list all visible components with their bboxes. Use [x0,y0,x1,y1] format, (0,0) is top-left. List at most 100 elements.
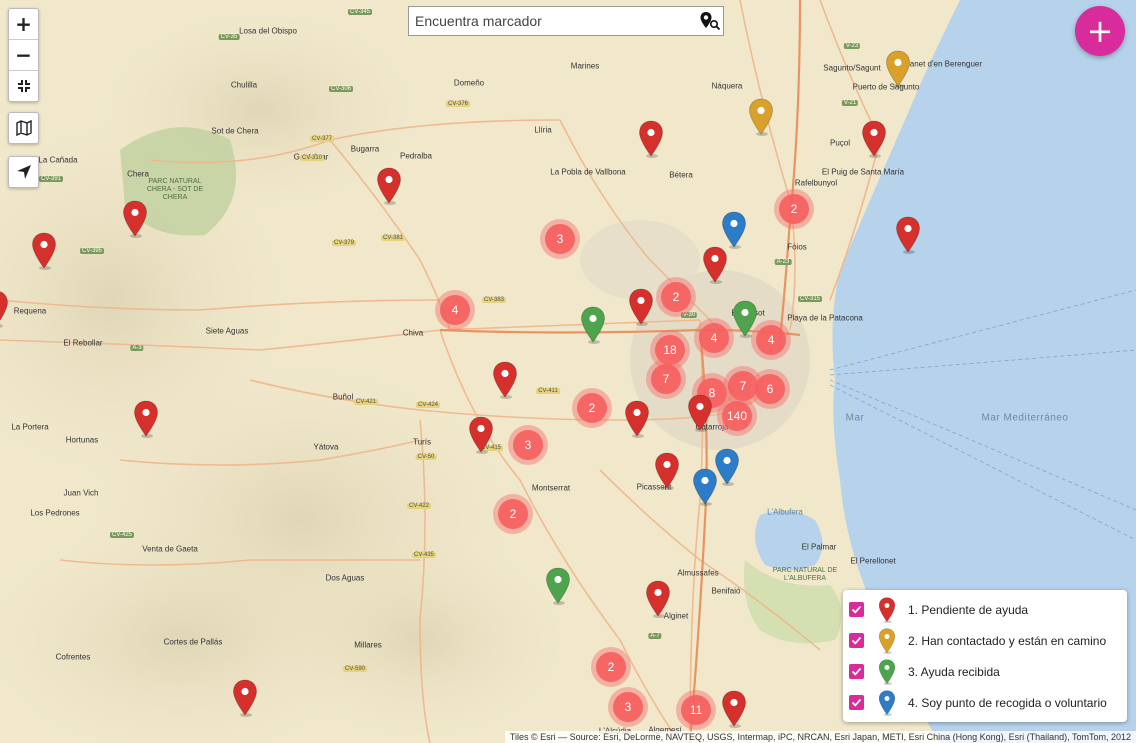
marker-cluster[interactable]: 4 [435,290,475,330]
road-shield: A-3 [130,345,144,351]
legend-checkbox[interactable] [849,695,864,710]
cluster-count: 3 [613,692,643,722]
marker-cluster[interactable]: 2 [493,494,533,534]
place-label: La Portera [11,422,49,432]
marker-red[interactable] [0,290,9,328]
marker-cluster[interactable]: 7 [646,359,686,399]
marker-cluster[interactable]: 2 [591,647,631,687]
add-marker-button[interactable]: + [1075,6,1125,56]
road-shield: CV-376 [445,101,471,107]
legend-pin-icon [878,689,896,716]
road-shield: CV-381 [380,235,406,241]
zoom-out-button[interactable]: − [9,40,38,71]
marker-cluster[interactable]: 4 [694,318,734,358]
road-shield: CV-383 [481,297,507,303]
marker-red[interactable] [133,400,159,438]
cluster-count: 2 [661,282,691,312]
place-label: Domeño [453,78,485,88]
marker-cluster[interactable]: 2 [656,277,696,317]
legend-checkbox[interactable] [849,602,864,617]
cluster-count: 4 [699,323,729,353]
marker-red[interactable] [895,216,921,254]
legend-label: 4. Soy punto de recogida o voluntario [908,695,1107,710]
road-shield: CV-377 [309,136,335,142]
road-shield: CV-310 [299,155,325,161]
marker-red[interactable] [638,120,664,158]
map-layers-button[interactable] [9,113,38,143]
place-label: La Cañada [38,155,78,165]
marker-green[interactable] [732,300,758,338]
marker-red[interactable] [654,452,680,490]
marker-red[interactable] [468,416,494,454]
legend-checkbox[interactable] [849,633,864,648]
road-shield: CV-421 [353,399,379,405]
legend-item-1[interactable]: 1. Pendiente de ayuda [849,594,1121,625]
check-icon [851,667,862,676]
place-label: Canet d'en Berenguer [903,59,983,69]
marker-red[interactable] [702,246,728,284]
cluster-count: 2 [596,652,626,682]
map-icon [15,119,32,137]
marker-orange[interactable] [748,98,774,136]
marker-cluster[interactable]: 3 [608,687,648,727]
marker-orange[interactable] [885,50,911,88]
legend-item-4[interactable]: 4. Soy punto de recogida o voluntario [849,687,1121,718]
marker-cluster[interactable]: 3 [508,425,548,465]
fullscreen-exit-button[interactable] [9,71,38,101]
cluster-count: 4 [756,325,786,355]
road-shield: CV-35 [218,34,240,40]
marker-cluster[interactable]: 2 [572,388,612,428]
marker-red[interactable] [122,200,148,238]
cluster-count: 7 [651,364,681,394]
place-label: Chiva [402,328,424,338]
place-label: Millares [354,640,382,650]
road-shield: V-23 [843,43,861,49]
place-label: Benifaió [711,586,741,596]
zoom-in-button[interactable]: + [9,9,38,40]
marker-cluster[interactable]: 2 [774,189,814,229]
marker-red[interactable] [687,394,713,432]
marker-red[interactable] [628,288,654,326]
road-shield: CV-590 [342,666,368,672]
marker-red[interactable] [721,690,747,728]
locate-me-button[interactable] [9,157,38,187]
marker-red[interactable] [645,580,671,618]
road-shield: CV-424 [415,402,441,408]
marker-cluster[interactable]: 140 [717,396,757,436]
cluster-count: 2 [779,194,809,224]
legend-item-2[interactable]: 2. Han contactado y están en camino [849,625,1121,656]
legend-pin-icon [878,658,896,685]
marker-red[interactable] [492,361,518,399]
marker-cluster[interactable]: 11 [676,690,716,730]
marker-red[interactable] [376,167,402,205]
legend-label: 2. Han contactado y están en camino [908,633,1107,648]
marker-red[interactable] [232,679,258,717]
marker-blue[interactable] [714,448,740,486]
marker-cluster[interactable]: 6 [750,369,790,409]
place-label: Juan Vich [63,488,99,498]
park-label-albufera: PARC NATURAL DE L'ALBUFERA [772,567,838,582]
marker-cluster[interactable]: 3 [540,219,580,259]
marker-red[interactable] [861,120,887,158]
place-label: Puçol [829,138,851,148]
marker-green[interactable] [580,306,606,344]
marker-search [408,6,724,36]
marker-red[interactable] [624,400,650,438]
road-shield: A-23 [774,259,792,265]
legend-pin-icon [878,596,896,623]
place-label: Bétera [669,170,693,180]
place-label: Buñol [332,392,354,402]
marker-blue[interactable] [721,211,747,249]
cluster-count: 6 [755,374,785,404]
search-input[interactable] [409,7,697,35]
road-shield: CV-391 [38,176,64,182]
legend-item-3[interactable]: 3. Ayuda recibida [849,656,1121,687]
marker-green[interactable] [545,567,571,605]
place-label: Montserrat [531,483,571,493]
place-label: Chulilla [230,80,258,90]
legend-checkbox[interactable] [849,664,864,679]
search-marker-button[interactable] [697,8,723,34]
cluster-count: 3 [513,430,543,460]
marker-red[interactable] [31,232,57,270]
road-shield: V-21 [841,100,859,106]
